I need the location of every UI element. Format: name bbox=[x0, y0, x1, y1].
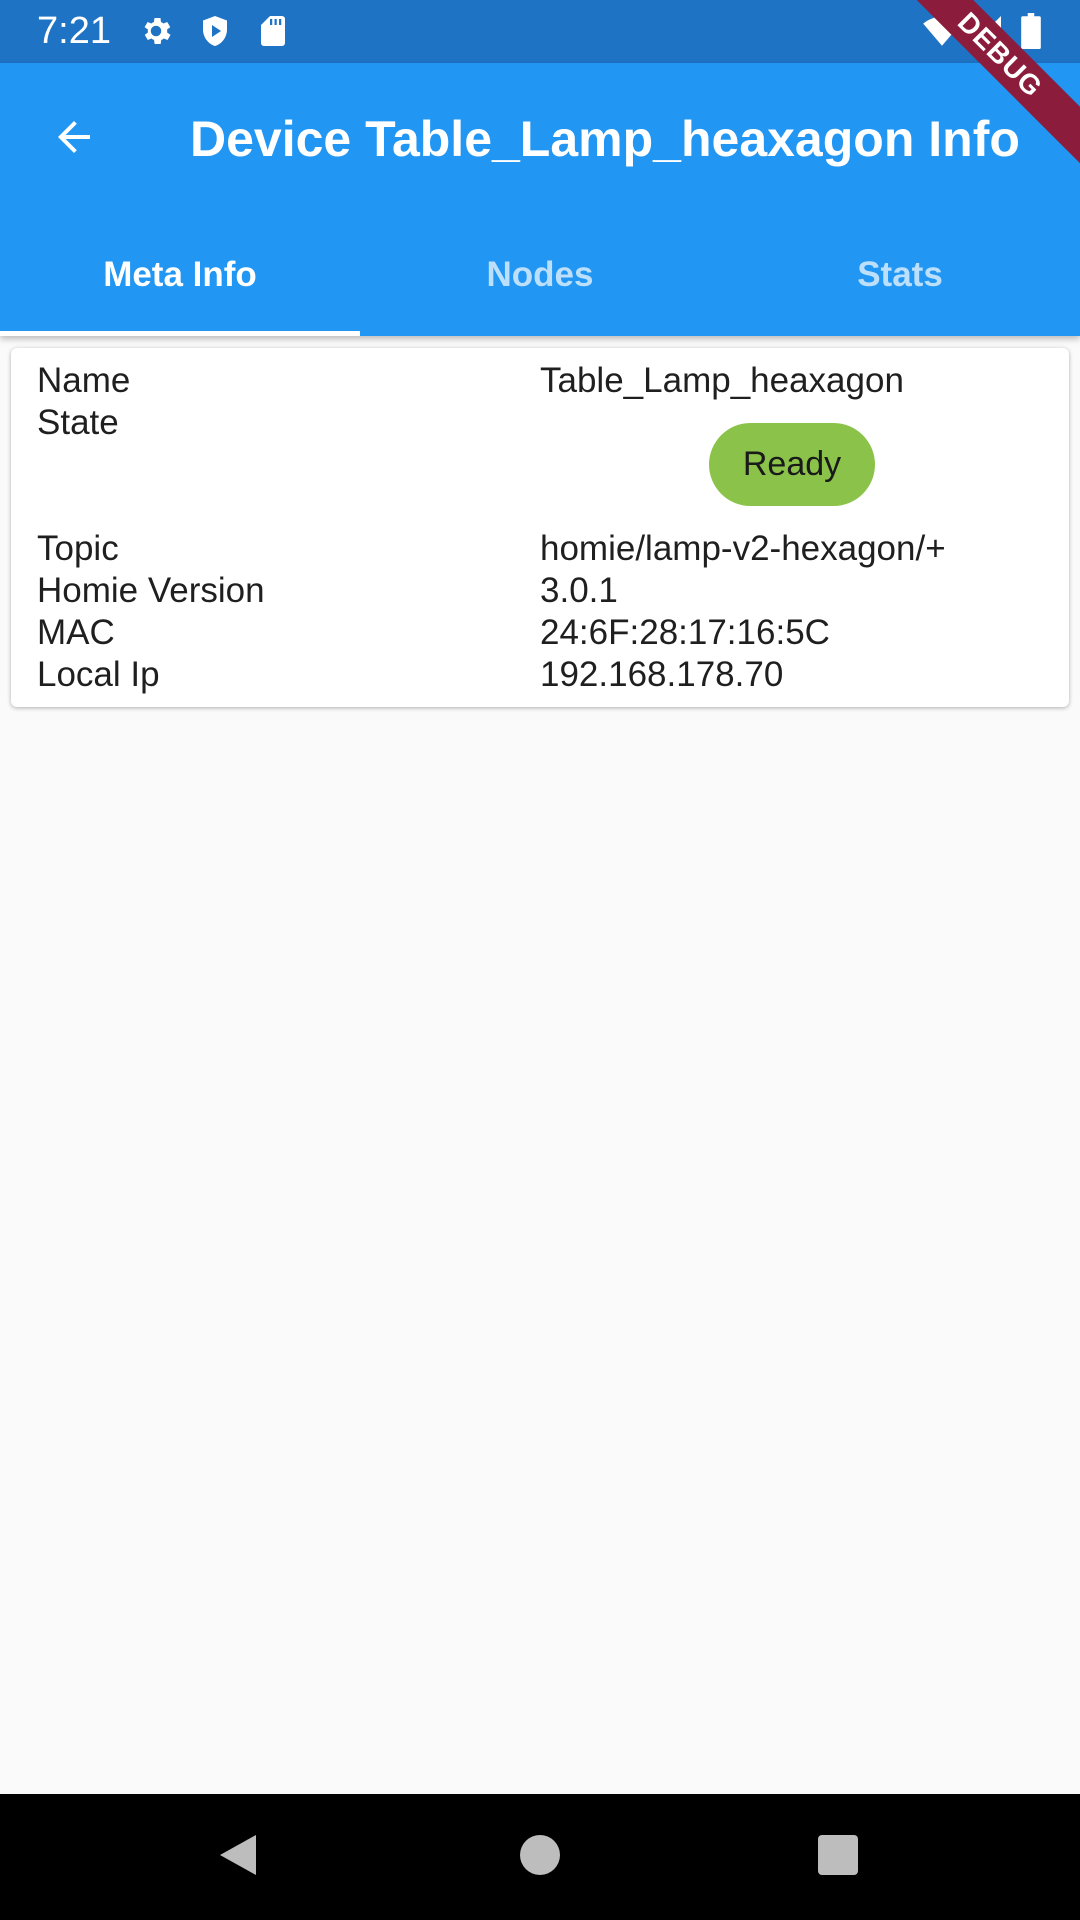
nav-back-button[interactable] bbox=[208, 1827, 268, 1887]
nav-home-button[interactable] bbox=[510, 1827, 570, 1887]
topic-label: Topic bbox=[37, 529, 119, 568]
tab-bar: Meta Info Nodes Stats bbox=[0, 213, 1080, 336]
tab-label: Nodes bbox=[486, 254, 594, 294]
tab-label: Stats bbox=[857, 254, 943, 294]
status-time: 7:21 bbox=[37, 10, 111, 52]
state-label: State bbox=[37, 403, 119, 442]
page-title: Device Table_Lamp_heaxagon Info bbox=[190, 111, 1020, 167]
system-nav-bar bbox=[0, 1794, 1080, 1920]
homie-version-value: 3.0.1 bbox=[540, 571, 618, 610]
mac-label: MAC bbox=[37, 613, 115, 652]
tab-nodes[interactable]: Nodes bbox=[360, 213, 720, 336]
screen: 7:21 DEBUG Device Table_Lamp_heaxagon In… bbox=[0, 0, 1080, 1920]
tab-indicator bbox=[0, 331, 360, 336]
topic-value: homie/lamp-v2-hexagon/+ bbox=[540, 529, 946, 568]
homie-version-label: Homie Version bbox=[37, 571, 265, 610]
nav-recents-button[interactable] bbox=[808, 1827, 868, 1887]
recents-square-icon bbox=[818, 1834, 858, 1880]
app-bar: Device Table_Lamp_heaxagon Info Meta Inf… bbox=[0, 63, 1080, 336]
meta-info-card: Name Table_Lamp_heaxagon State Ready Top… bbox=[11, 348, 1069, 707]
local-ip-value: 192.168.178.70 bbox=[540, 655, 784, 694]
local-ip-label: Local Ip bbox=[37, 655, 160, 694]
back-triangle-icon bbox=[216, 1831, 260, 1884]
battery-icon bbox=[1020, 13, 1056, 49]
shield-play-icon bbox=[197, 13, 233, 49]
back-button[interactable] bbox=[36, 101, 112, 177]
name-value: Table_Lamp_heaxagon bbox=[540, 361, 904, 400]
name-label: Name bbox=[37, 361, 131, 400]
tab-stats[interactable]: Stats bbox=[720, 213, 1080, 336]
status-bar: 7:21 bbox=[0, 0, 1080, 63]
home-circle-icon bbox=[520, 1834, 560, 1880]
tab-label: Meta Info bbox=[103, 254, 257, 294]
sd-card-icon bbox=[255, 13, 291, 49]
state-chip-label: Ready bbox=[742, 445, 842, 483]
state-chip: Ready bbox=[709, 423, 875, 506]
gear-icon bbox=[138, 13, 174, 49]
tab-meta-info[interactable]: Meta Info bbox=[0, 213, 360, 336]
arrow-back-icon bbox=[50, 113, 98, 166]
mac-value: 24:6F:28:17:16:5C bbox=[540, 613, 830, 652]
